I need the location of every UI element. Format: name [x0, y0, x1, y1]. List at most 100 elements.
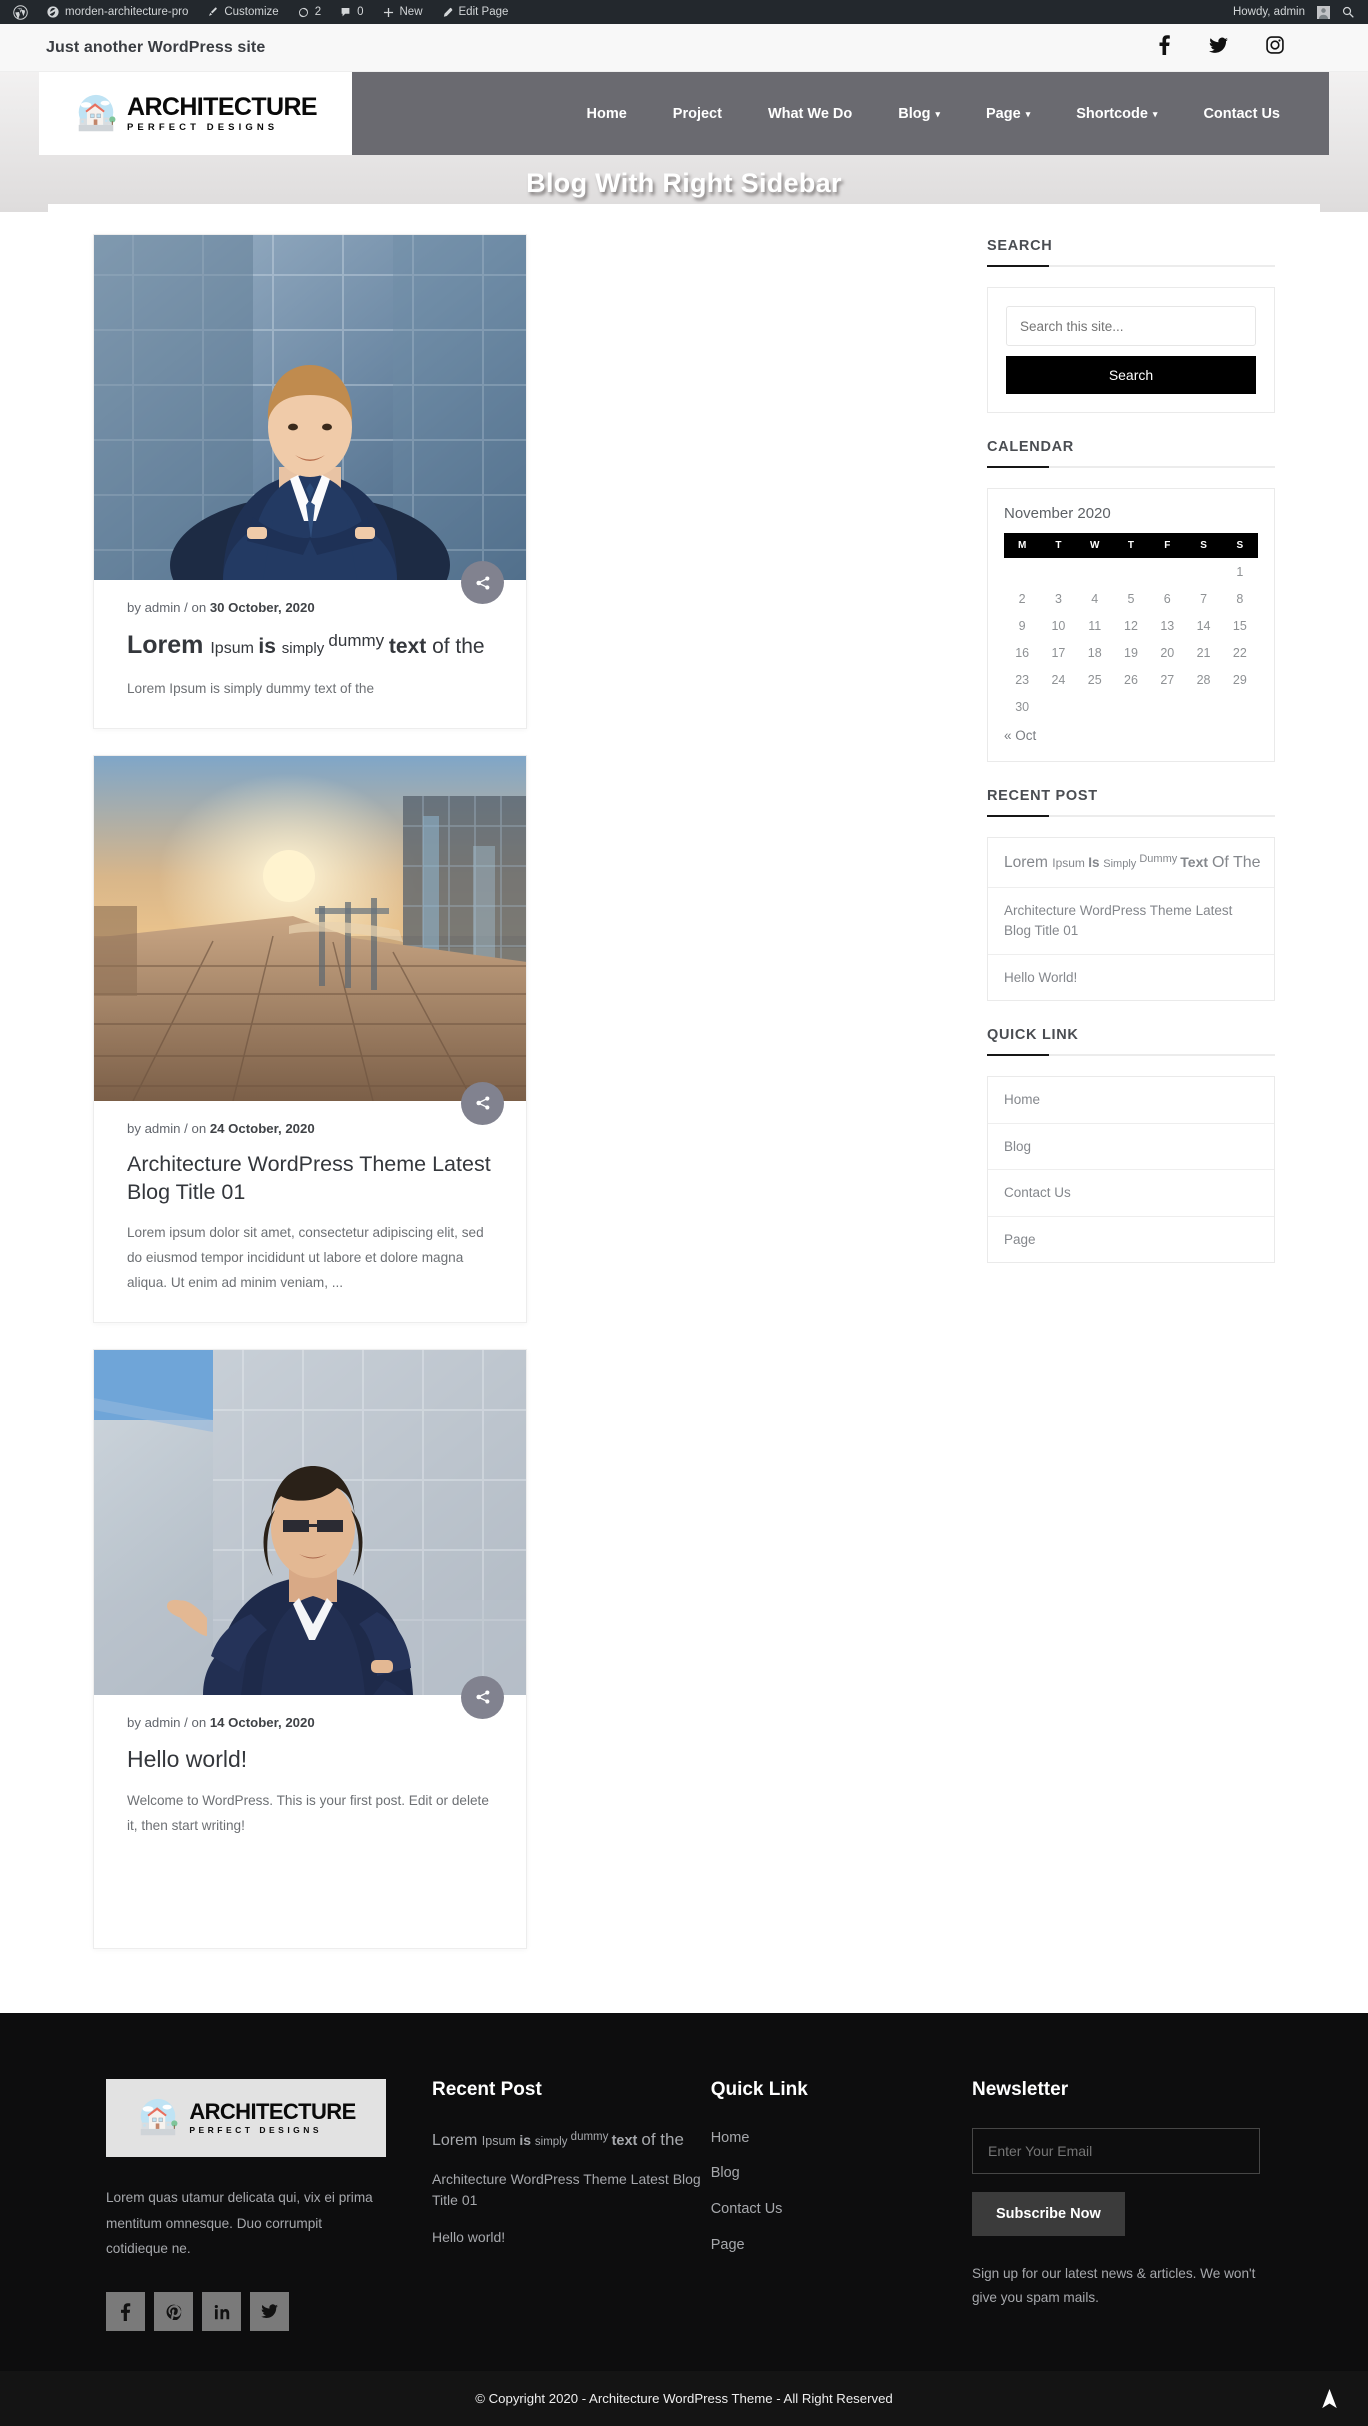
adminbar-account-area: Howdy, admin — [1224, 0, 1364, 24]
calendar-day: 19 — [1124, 645, 1138, 660]
scroll-to-top-icon[interactable] — [1316, 2386, 1342, 2412]
site-logo[interactable]: ARCHITECTURE PERFECT DESIGNS — [39, 72, 352, 155]
nav-link-blog[interactable]: Blog ▾ — [875, 96, 963, 132]
post-thumbnail[interactable] — [94, 235, 526, 580]
twitter-icon[interactable] — [1209, 37, 1228, 59]
quick-link-page[interactable]: Page — [1004, 1230, 1258, 1250]
calendar-day: 25 — [1087, 672, 1102, 687]
nav-link-shortcode[interactable]: Shortcode ▾ — [1053, 96, 1180, 132]
quick-link-contact-us[interactable]: Contact Us — [1004, 1183, 1258, 1203]
footer-recent-post-link[interactable]: Architecture WordPress Theme Latest Blog… — [432, 2171, 701, 2207]
calendar-day: 2 — [1018, 591, 1026, 606]
avatar — [1317, 5, 1330, 19]
linkedin-icon[interactable] — [202, 2292, 241, 2332]
instagram-icon[interactable] — [1266, 36, 1284, 59]
adminbar-my-account[interactable]: Howdy, admin — [1224, 0, 1332, 24]
calendar-day — [1077, 558, 1113, 585]
nav-link-what-we-do[interactable]: What We Do — [745, 96, 875, 132]
adminbar-updates[interactable]: 2 — [288, 0, 330, 24]
footer-about-column: ARCHITECTURE PERFECT DESIGNS Lorem quas … — [106, 2078, 432, 2332]
sunset-boardwalk — [94, 755, 526, 1101]
list-item[interactable]: Contact Us — [988, 1170, 1274, 1217]
newsletter-email-input[interactable] — [972, 2127, 1260, 2174]
adminbar-edit-page-label: Edit Page — [458, 6, 509, 18]
quick-link-blog[interactable]: Blog — [1004, 1137, 1258, 1157]
share-button[interactable] — [461, 1081, 504, 1125]
list-item[interactable]: Lorem Ipsum Is Simply Dummy Text Of The — [988, 838, 1274, 889]
adminbar-new-content[interactable]: New — [373, 0, 432, 24]
newsletter-subscribe-button[interactable]: Subscribe Now — [972, 2191, 1125, 2236]
facebook-icon[interactable] — [1158, 35, 1171, 60]
nav-link-contact-us[interactable]: Contact Us — [1180, 96, 1303, 132]
adminbar-customize-label: Customize — [224, 6, 279, 18]
nav-link-page[interactable]: Page ▾ — [963, 96, 1053, 132]
title-part: Ipsum — [1052, 856, 1089, 870]
calendar-day: 14 — [1196, 618, 1211, 633]
post-thumbnail[interactable] — [94, 755, 526, 1101]
nav-item-page[interactable]: Page ▾ — [963, 96, 1053, 132]
adminbar-search[interactable] — [1332, 0, 1364, 24]
nav-label-shortcode: Shortcode — [1076, 105, 1148, 122]
quick-link-home[interactable]: Home — [1004, 1090, 1258, 1110]
list-item[interactable]: Blog — [988, 1124, 1274, 1171]
facebook-icon[interactable] — [106, 2292, 145, 2332]
nav-label-what-we-do: What We Do — [767, 105, 853, 122]
list-item[interactable]: Home — [988, 1077, 1274, 1124]
post-date: 24 October, 2020 — [209, 1120, 315, 1136]
calendar-day — [1222, 693, 1258, 720]
title-part: is — [258, 635, 282, 658]
footer-recent-post-item[interactable]: Lorem Ipsum is simply dummy text of the — [432, 2128, 711, 2153]
recent-post-link[interactable]: Hello World! — [1004, 968, 1258, 988]
share-button[interactable] — [461, 1675, 504, 1719]
pinterest-icon[interactable] — [154, 2292, 193, 2332]
calendar-day: 29 — [1232, 672, 1247, 687]
adminbar-new-label: New — [399, 6, 423, 18]
adminbar-customize[interactable]: Customize — [197, 0, 287, 24]
post-title-link[interactable]: Architecture WordPress Theme Latest Blog… — [127, 1152, 491, 1204]
calendar-day: 15 — [1232, 618, 1247, 633]
post-title-link[interactable]: Lorem Ipsum is simply dummy text of the — [127, 631, 485, 659]
share-icon — [475, 1690, 489, 1704]
search-button[interactable]: Search — [1006, 356, 1256, 394]
nav-link-project[interactable]: Project — [650, 96, 745, 132]
calendar-day — [1149, 558, 1185, 585]
calendar-prev-month[interactable]: « Oct — [1004, 728, 1258, 743]
nav-item-project[interactable]: Project — [650, 96, 745, 132]
share-button[interactable] — [461, 561, 504, 604]
nav-item-blog[interactable]: Blog ▾ — [875, 96, 963, 132]
adminbar-site-name[interactable]: morden-architecture-pro — [37, 0, 197, 24]
calendar-day — [1040, 693, 1076, 720]
nav-item-what-we-do[interactable]: What We Do — [745, 96, 875, 132]
title-part: Simply — [1103, 858, 1140, 870]
list-item[interactable]: Hello World! — [988, 955, 1274, 1001]
nav-item-shortcode[interactable]: Shortcode ▾ — [1053, 96, 1180, 132]
post-author: by admin / on — [127, 600, 210, 615]
nav-item-contact-us[interactable]: Contact Us — [1180, 96, 1303, 132]
footer-quick-link-blog[interactable]: Blog — [711, 2163, 972, 2185]
footer-recent-post-link[interactable]: Hello world! — [432, 2229, 505, 2245]
wordpress-logo-menu[interactable] — [4, 0, 37, 24]
footer-quick-link-page[interactable]: Page — [711, 2235, 972, 2257]
adminbar-comments[interactable]: 0 — [330, 0, 372, 24]
adminbar-edit-page[interactable]: Edit Page — [432, 0, 518, 24]
calendar-dayname: S — [1221, 533, 1258, 558]
recent-post-link[interactable]: Lorem Ipsum Is Simply Dummy Text Of The — [1004, 851, 1261, 874]
adminbar-howdy-label: Howdy, admin — [1232, 6, 1305, 18]
footer-recent-post-link[interactable]: Lorem Ipsum is simply dummy text of the — [432, 2130, 684, 2149]
recent-post-link[interactable]: Architecture WordPress Theme Latest Blog… — [1004, 901, 1258, 940]
search-input[interactable] — [1006, 306, 1256, 346]
post-date: 30 October, 2020 — [209, 600, 315, 615]
footer-recent-post-item[interactable]: Architecture WordPress Theme Latest Blog… — [432, 2169, 711, 2210]
nav-item-home[interactable]: Home — [563, 96, 649, 132]
title-part: text — [611, 2132, 642, 2149]
footer-quick-link-contact-us[interactable]: Contact Us — [711, 2199, 972, 2221]
twitter-icon[interactable] — [250, 2292, 289, 2332]
list-item[interactable]: Architecture WordPress Theme Latest Blog… — [988, 888, 1274, 955]
footer-logo[interactable]: ARCHITECTURE PERFECT DESIGNS — [106, 2078, 386, 2157]
post-thumbnail[interactable] — [94, 1349, 526, 1695]
list-item[interactable]: Page — [988, 1217, 1274, 1263]
post-title-link[interactable]: Hello world! — [127, 1746, 247, 1772]
nav-link-home[interactable]: Home — [563, 96, 649, 132]
footer-recent-post-item[interactable]: Hello world! — [432, 2227, 711, 2247]
footer-quick-link-home[interactable]: Home — [711, 2128, 972, 2150]
